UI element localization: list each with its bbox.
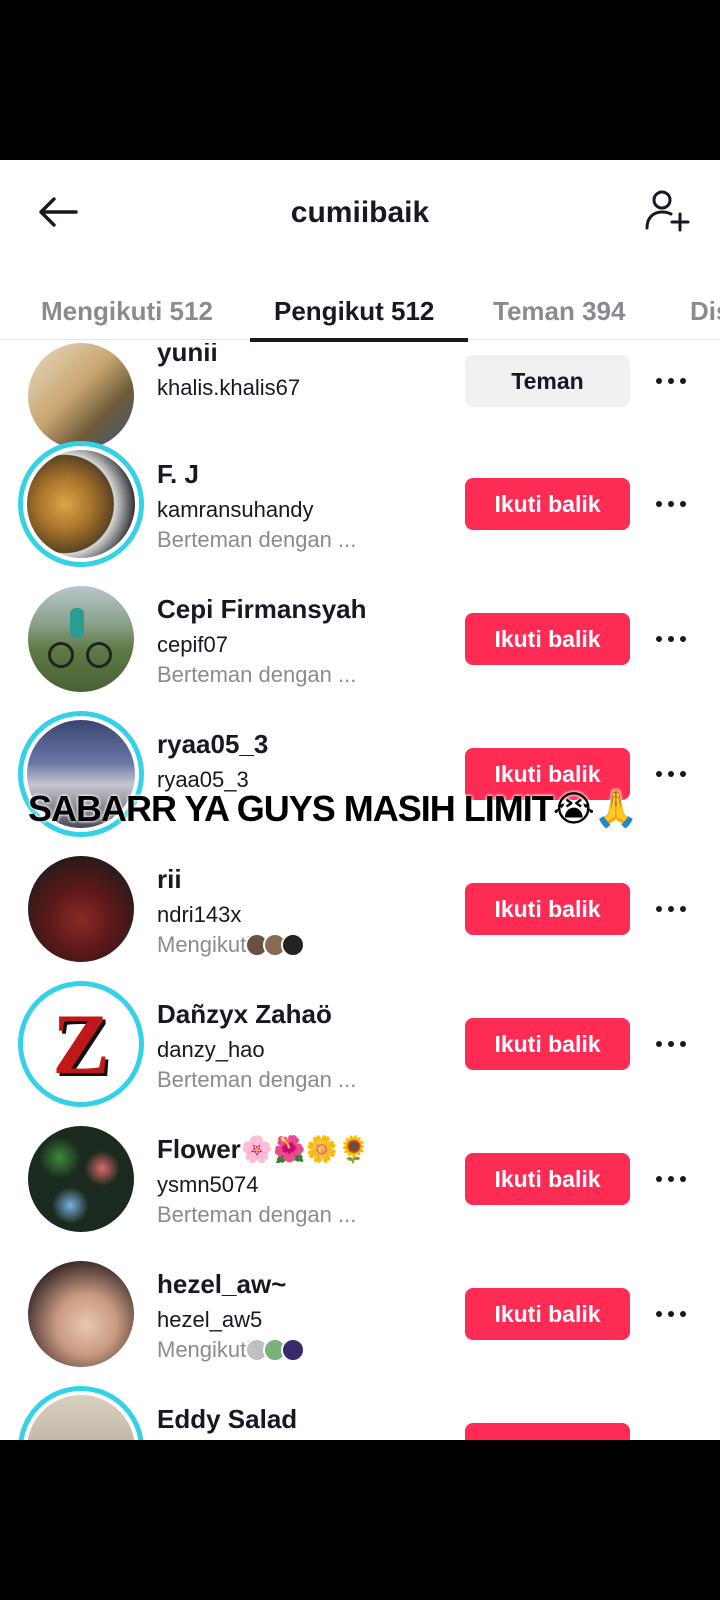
list-item[interactable]: hezel_aw~ hezel_aw5 Mengikuti Ikuti bali… [0, 1247, 720, 1382]
more-options-button[interactable] [648, 1024, 694, 1064]
overlay-caption: SABARR YA GUYS MASIH LIMIT😭🙏 [28, 788, 639, 829]
friend-button[interactable]: Teman [465, 355, 630, 407]
user-handle: hezel_aw5 [157, 1307, 263, 1332]
user-handle: cepif07 [157, 632, 228, 657]
list-item[interactable]: Flower🌸🌺🌼🌻 ysmn5074 Berteman dengan ... … [0, 1112, 720, 1247]
avatar[interactable] [18, 441, 144, 567]
avatar[interactable]: Z [18, 981, 144, 1107]
active-tab-indicator [250, 338, 468, 342]
z-logo: Z [52, 996, 110, 1092]
user-name: rii [157, 864, 182, 894]
list-item[interactable]: rii ndri143x Mengikuti Ikuti balik [0, 842, 720, 977]
follow-back-button[interactable]: Ikuti balik [465, 613, 630, 665]
follow-back-button[interactable]: Ikuti balik [465, 1288, 630, 1340]
mutual-avatar [281, 1338, 306, 1362]
mutual-label: Mengikuti [157, 932, 252, 957]
more-options-button[interactable] [648, 484, 694, 524]
tab-bar: Mengikuti 512 Pengikut 512 Teman 394 Dis [0, 270, 720, 340]
tab-followers[interactable]: Pengikut 512 [274, 270, 434, 340]
avatar[interactable] [28, 1261, 134, 1367]
more-options-button[interactable] [648, 619, 694, 659]
followers-screen: cumiibaik Mengikuti 512 Pengikut 512 Tem… [0, 160, 720, 1440]
avatar[interactable] [28, 856, 134, 962]
more-options-button[interactable] [648, 754, 694, 794]
more-options-button[interactable] [648, 361, 694, 401]
list-item[interactable]: Eddy Salad [0, 1382, 720, 1440]
user-name: Dañzyx Zahaö [157, 999, 332, 1029]
add-user-icon [645, 190, 690, 232]
tab-suggested[interactable]: Dis [690, 270, 720, 340]
user-name: Cepi Firmansyah [157, 594, 367, 624]
tab-friends[interactable]: Teman 394 [493, 270, 625, 340]
header: cumiibaik [0, 160, 720, 260]
avatar[interactable] [28, 1126, 134, 1232]
follow-back-button[interactable]: Ikuti balik [465, 883, 630, 935]
list-item[interactable]: Cepi Firmansyah cepif07 Berteman dengan … [0, 572, 720, 707]
more-options-button[interactable] [648, 889, 694, 929]
mutual-info: Berteman dengan ... [157, 527, 357, 552]
user-name: F. J [157, 459, 199, 489]
follow-back-button[interactable]: Ikuti balik [465, 478, 630, 530]
user-handle: khalis.khalis67 [157, 375, 301, 400]
avatar[interactable] [28, 586, 134, 692]
follow-back-button[interactable]: Ikuti balik [465, 1153, 630, 1205]
more-options-button[interactable] [648, 1159, 694, 1199]
mutual-info: Berteman dengan ... [157, 1202, 357, 1227]
user-name: Eddy Salad [157, 1404, 298, 1434]
more-options-button[interactable] [648, 1294, 694, 1334]
page-title: cumiibaik [290, 196, 430, 229]
follow-back-button[interactable] [465, 1423, 630, 1440]
user-handle: danzy_hao [157, 1037, 265, 1062]
avatar[interactable] [18, 1386, 144, 1440]
mutual-info: Berteman dengan ... [157, 662, 357, 687]
mutual-info: Berteman dengan ... [157, 1067, 357, 1092]
follow-back-button[interactable]: Ikuti balik [465, 1018, 630, 1070]
user-handle: kamransuhandy [157, 497, 314, 522]
user-name: Flower🌸🌺🌼🌻 [157, 1134, 371, 1164]
user-name: ryaa05_3 [157, 729, 269, 759]
user-handle: ysmn5074 [157, 1172, 259, 1197]
list-item[interactable]: Z Dañzyx Zahaö danzy_hao Berteman dengan… [0, 977, 720, 1112]
mutual-info: Mengikuti [157, 1337, 306, 1363]
user-name: yunii [157, 343, 218, 367]
bottom-black-bar [0, 1440, 720, 1600]
add-friend-button[interactable] [640, 186, 694, 236]
mutual-label: Mengikuti [157, 1337, 252, 1362]
top-black-bar [0, 0, 720, 160]
mutual-info: Mengikuti [157, 932, 306, 958]
list-item[interactable]: F. J kamransuhandy Berteman dengan ... I… [0, 437, 720, 572]
avatar[interactable] [28, 343, 134, 449]
user-name: hezel_aw~ [157, 1269, 287, 1299]
tab-following[interactable]: Mengikuti 512 [41, 270, 213, 340]
user-handle: ndri143x [157, 902, 242, 927]
followers-list[interactable]: yunii khalis.khalis67 Teman F. J kamrans… [0, 343, 720, 1440]
mutual-avatar [281, 933, 306, 957]
